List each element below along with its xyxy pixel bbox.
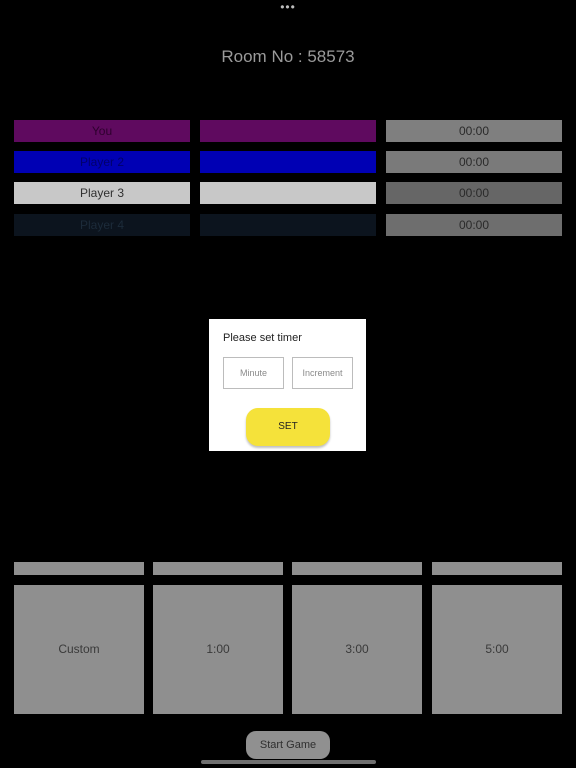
increment-input[interactable]: Increment — [292, 357, 353, 389]
preset-bar-5min — [432, 562, 562, 575]
set-button[interactable]: SET — [246, 408, 330, 446]
preset-custom-button[interactable]: Custom — [14, 585, 144, 714]
start-game-button[interactable]: Start Game — [246, 731, 330, 759]
player-list: You 00:00 Player 2 00:00 Player 3 00:00 … — [0, 0, 576, 250]
player-color-2[interactable] — [200, 151, 376, 173]
player-name-1: You — [14, 120, 190, 142]
player-name-3: Player 3 — [14, 182, 190, 204]
player-name-2: Player 2 — [14, 151, 190, 173]
preset-3min-button[interactable]: 3:00 — [292, 585, 422, 714]
preset-bar-custom — [14, 562, 144, 575]
player-time-3: 00:00 — [386, 182, 562, 204]
player-time-2: 00:00 — [386, 151, 562, 173]
player-time-4: 00:00 — [386, 214, 562, 236]
preset-1min-button[interactable]: 1:00 — [153, 585, 283, 714]
player-name-4: Player 4 — [14, 214, 190, 236]
preset-bar-3min — [292, 562, 422, 575]
player-time-1: 00:00 — [386, 120, 562, 142]
set-timer-dialog: Please set timer Minute Increment SET — [209, 319, 366, 451]
preset-5min-button[interactable]: 5:00 — [432, 585, 562, 714]
minute-input[interactable]: Minute — [223, 357, 284, 389]
player-color-3[interactable] — [200, 182, 376, 204]
dialog-title: Please set timer — [223, 332, 302, 344]
player-color-1[interactable] — [200, 120, 376, 142]
player-color-4[interactable] — [200, 214, 376, 236]
home-indicator[interactable] — [201, 760, 376, 764]
preset-bar-1min — [153, 562, 283, 575]
